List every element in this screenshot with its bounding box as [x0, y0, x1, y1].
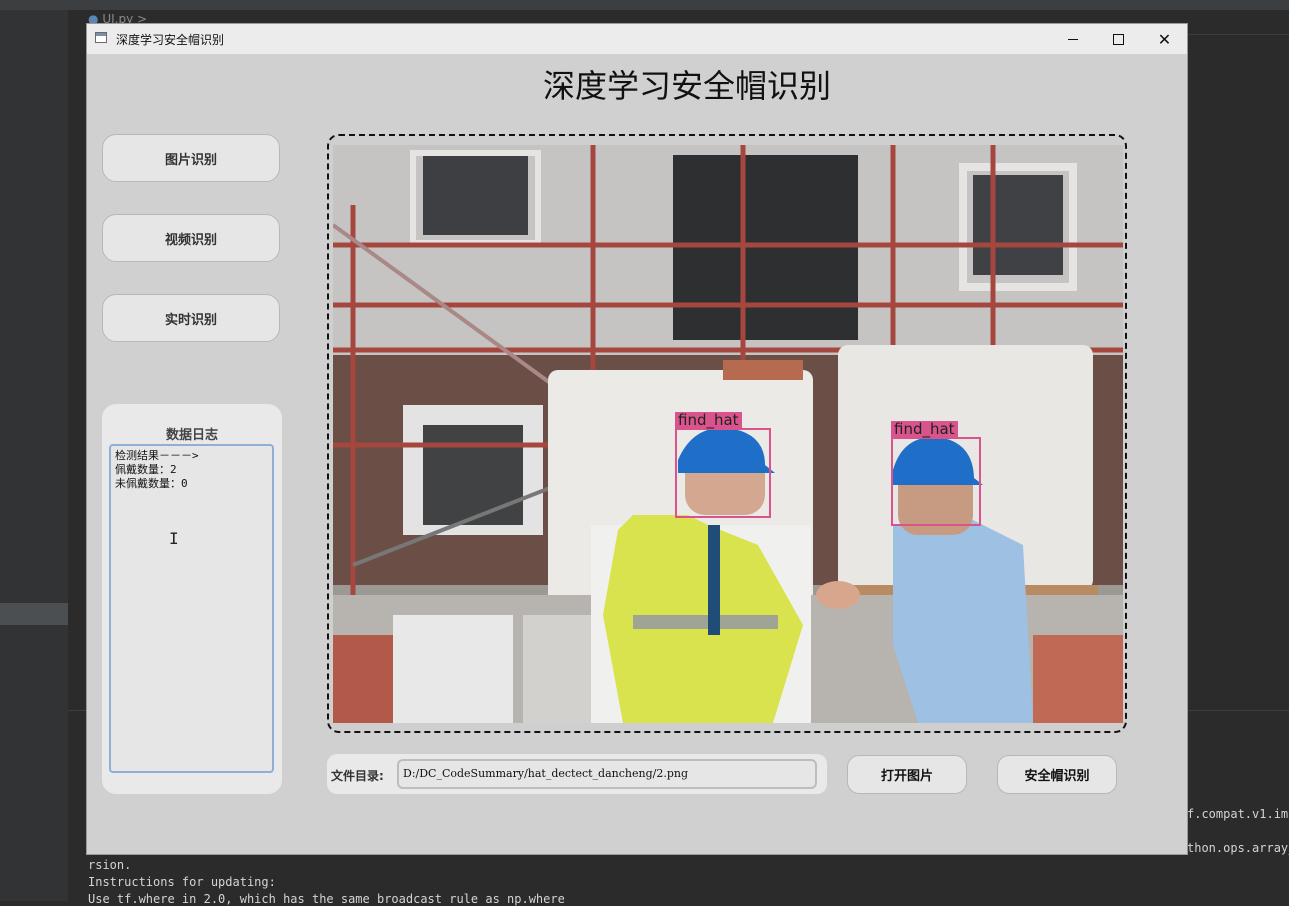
minimize-icon — [1067, 38, 1078, 40]
log-line: 佩戴数量：2 — [115, 463, 177, 476]
ide-selected-row[interactable] — [0, 603, 68, 625]
file-path-label: 文件目录: — [331, 769, 384, 783]
data-log-textarea[interactable]: 检测结果－－－> 佩戴数量：2 未佩戴数量：0 I — [109, 444, 274, 773]
file-path-input[interactable]: D:/DC_CodeSummary/hat_dectect_dancheng/2… — [397, 759, 817, 789]
data-log-title: 数据日志 — [165, 428, 218, 443]
minimize-button[interactable] — [1050, 24, 1095, 54]
log-line: 检测结果－－－> — [115, 449, 199, 462]
window-title: 深度学习安全帽识别 — [116, 33, 225, 47]
detection-box — [675, 428, 771, 518]
detection-box — [891, 437, 981, 526]
log-line: 未佩戴数量：0 — [115, 477, 188, 490]
page-title: 深度学习安全帽识别 — [542, 67, 831, 105]
ide-project-panel — [0, 10, 68, 901]
image-display-frame: find_hat find_hat — [327, 134, 1127, 733]
console-line: rsion. — [88, 858, 132, 872]
close-icon: ✕ — [1157, 29, 1172, 49]
app-window: 深度学习安全帽识别 ✕ 深度学习安全帽识别 图片识别 视频识别 实时识别 数据日… — [87, 24, 1187, 854]
text-cursor-icon: I — [169, 529, 179, 548]
detection-label: find_hat — [891, 421, 958, 437]
realtime-detect-button[interactable]: 实时识别 — [102, 294, 280, 342]
ide-topbar — [0, 0, 1289, 10]
maximize-button[interactable] — [1096, 24, 1141, 54]
console-line: Use tf.where in 2.0, which has the same … — [88, 892, 565, 906]
window-app-icon — [95, 32, 107, 43]
close-button[interactable]: ✕ — [1142, 24, 1187, 54]
console-line: f.compat.v1.ima — [1187, 807, 1289, 821]
file-path-bar: 文件目录: D:/DC_CodeSummary/hat_dectect_danc… — [327, 754, 827, 794]
title-bar[interactable]: 深度学习安全帽识别 ✕ — [87, 24, 1187, 54]
data-log-panel: 数据日志 检测结果－－－> 佩戴数量：2 未佩戴数量：0 I — [102, 404, 282, 794]
ide-divider — [1187, 34, 1289, 35]
open-image-button[interactable]: 打开图片 — [847, 755, 967, 794]
detection-label: find_hat — [675, 412, 742, 428]
maximize-icon — [1113, 33, 1124, 45]
video-detect-button[interactable]: 视频识别 — [102, 214, 280, 262]
console-line: Instructions for updating: — [88, 875, 276, 889]
console-line: thon.ops.array_ — [1187, 841, 1289, 855]
helmet-detect-button[interactable]: 安全帽识别 — [997, 755, 1117, 794]
image-detect-button[interactable]: 图片识别 — [102, 134, 280, 182]
